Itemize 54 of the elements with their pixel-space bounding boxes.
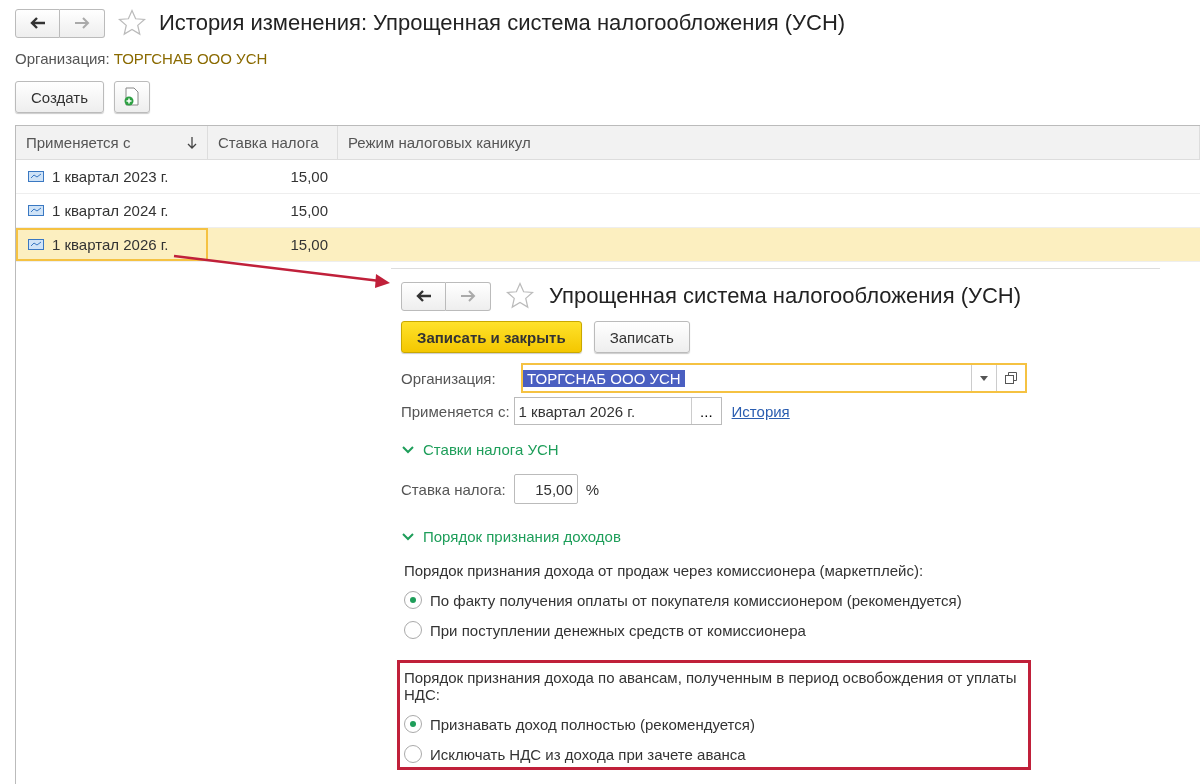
- right-arrow-icon: [74, 17, 90, 29]
- chevron-down-icon: [401, 444, 415, 455]
- document-add-icon: [123, 87, 141, 107]
- column-header[interactable]: Ставка налога: [208, 126, 338, 159]
- window-title: История изменения: Упрощенная система налогообложения (УСН): [159, 10, 846, 36]
- question-text: Порядок признания дохода по авансам, полученным в период освобождения от уплаты НДС:: [404, 669, 1018, 703]
- applies-from-label: Применяется с:: [401, 402, 510, 420]
- organization-field[interactable]: ТОРГСНАБ ООО УСН: [521, 363, 1027, 393]
- table-cell: 1 квартал 2026 г.: [52, 236, 169, 253]
- percent-unit: %: [585, 480, 600, 498]
- left-arrow-icon: [29, 17, 46, 29]
- radio-button[interactable]: [404, 715, 422, 733]
- table-cell: 15,00: [290, 202, 328, 219]
- save-and-close-button[interactable]: Записать и закрыть: [401, 321, 582, 353]
- option-label[interactable]: Исключать НДС из дохода при зачете аванса: [430, 745, 746, 763]
- organization-label: Организация:: [15, 50, 110, 67]
- section-toggle[interactable]: Порядок признания доходов: [401, 528, 621, 545]
- right-arrow-icon: [460, 290, 476, 302]
- table-cell: 15,00: [290, 168, 328, 185]
- option-label[interactable]: При поступлении денежных средств от комиссионера: [430, 621, 806, 639]
- record-icon: [28, 205, 44, 216]
- dropdown-icon[interactable]: [980, 375, 988, 381]
- period-field[interactable]: 1 квартал 2026 г. ...: [513, 397, 722, 425]
- rate-field[interactable]: 15,00: [513, 474, 578, 504]
- create-button[interactable]: Создать: [15, 81, 104, 113]
- star-icon[interactable]: [505, 281, 535, 311]
- rate-label: Ставка налога:: [401, 480, 506, 498]
- open-window-icon[interactable]: [1005, 372, 1017, 384]
- organization-label: Организация:: [401, 369, 497, 387]
- history-link[interactable]: История: [731, 402, 790, 420]
- back-button[interactable]: [401, 281, 446, 311]
- option-label[interactable]: Признавать доход полностью (рекомендуется): [430, 715, 755, 733]
- copy-document-button[interactable]: [114, 81, 150, 113]
- column-header[interactable]: Применяется с: [16, 126, 208, 159]
- column-header[interactable]: Режим налоговых каникул: [338, 126, 1200, 159]
- radio-button[interactable]: [404, 591, 422, 609]
- record-icon: [28, 239, 44, 250]
- option-label[interactable]: По факту получения оплаты от покупателя комиссионером (рекомендуется): [430, 591, 962, 609]
- save-button[interactable]: Записать: [593, 321, 690, 353]
- question-text: Порядок признания дохода от продаж через комиссионера (маркетплейс):: [404, 562, 925, 579]
- table-row[interactable]: 1 квартал 2023 г. 15,00: [16, 160, 1200, 194]
- table-cell: 15,00: [290, 236, 328, 253]
- table-row[interactable]: 1 квартал 2026 г. 15,00: [16, 228, 1200, 262]
- radio-button[interactable]: [404, 745, 422, 763]
- star-icon[interactable]: [117, 8, 147, 38]
- radio-button[interactable]: [404, 621, 422, 639]
- table-cell: 1 квартал 2023 г.: [52, 168, 169, 185]
- back-button[interactable]: [15, 8, 60, 38]
- chevron-down-icon: [401, 531, 415, 542]
- table-cell: 1 квартал 2024 г.: [52, 202, 169, 219]
- record-icon: [28, 171, 44, 182]
- form-title: Упрощенная система налогообложения (УСН): [549, 283, 1022, 309]
- organization-value[interactable]: ТОРГСНАБ ООО УСН: [113, 50, 268, 67]
- left-arrow-icon: [415, 290, 432, 302]
